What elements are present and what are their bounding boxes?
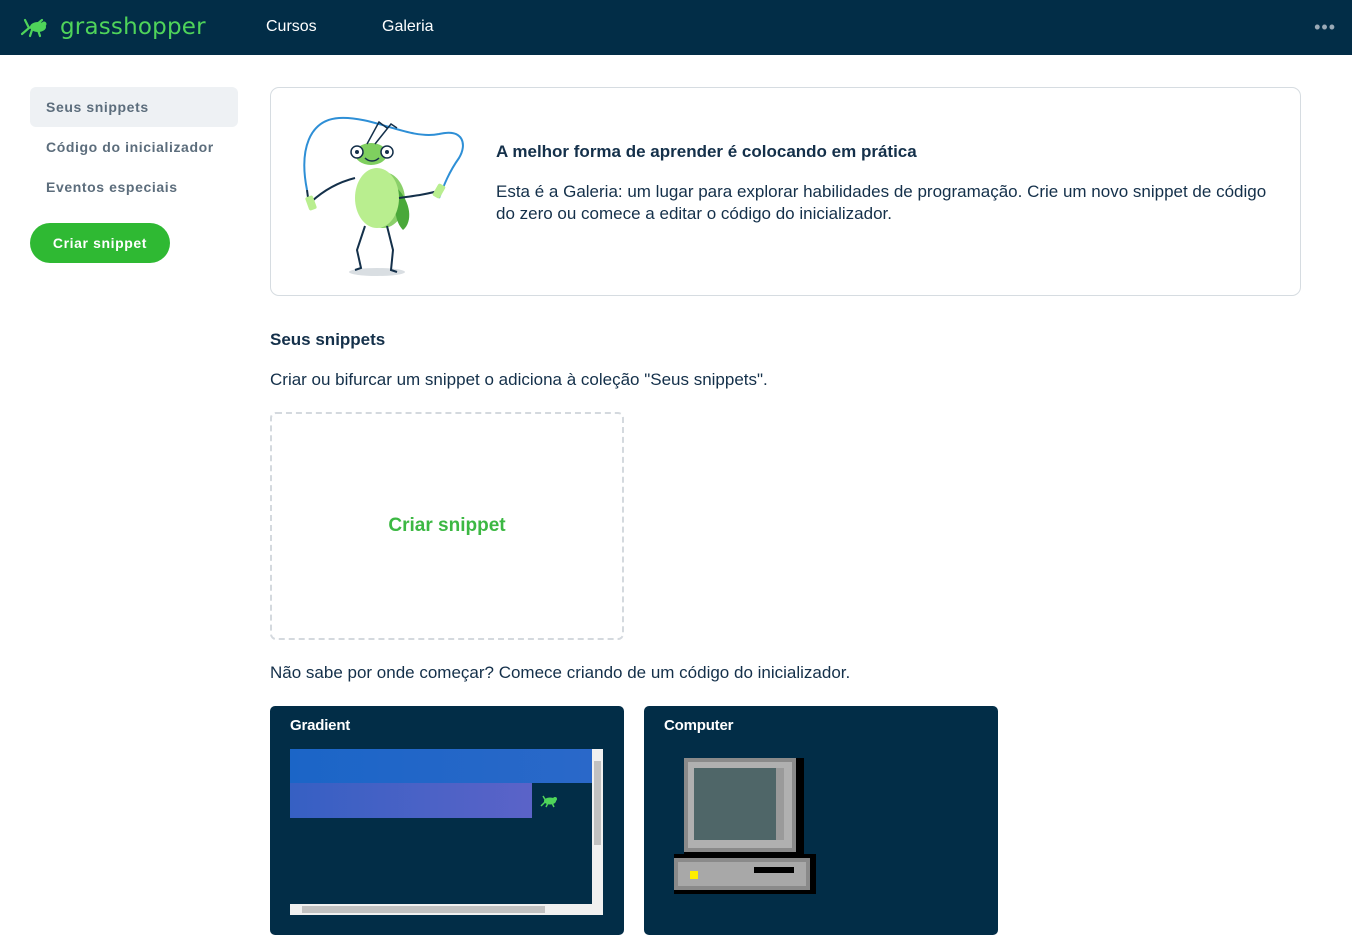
starter-card-title: Computer [664, 717, 734, 734]
grasshopper-logo[interactable]: grasshopper [20, 12, 206, 42]
intro-description: Esta é a Galeria: um lugar para explorar… [496, 182, 1267, 223]
gallery-intro-card: A melhor forma de aprender é colocando e… [270, 87, 1301, 296]
sidebar-item-codigo-inicializador[interactable]: Código do inicializador [30, 127, 238, 167]
starter-card-gradient[interactable]: Gradient [270, 706, 624, 935]
create-snippet-card[interactable]: Criar snippet [270, 412, 624, 640]
create-snippet-card-label: Criar snippet [388, 515, 506, 536]
sidebar-item-eventos-especiais[interactable]: Eventos especiais [30, 167, 238, 207]
sidebar-item-seus-snippets[interactable]: Seus snippets [30, 87, 238, 127]
more-options-icon[interactable]: ••• [1314, 18, 1336, 36]
intro-title: A melhor forma de aprender é colocando e… [496, 142, 917, 161]
nav-cursos-link[interactable]: Cursos [266, 18, 317, 36]
starter-code-description: Não sabe por onde começar? Comece criand… [270, 663, 851, 682]
starter-card-title: Gradient [290, 717, 351, 734]
nav-galeria-link[interactable]: Galeria [382, 18, 434, 36]
snippets-section-title: Seus snippets [270, 330, 386, 349]
snippets-section-description: Criar ou bifurcar um snippet o adiciona … [270, 370, 768, 389]
scrollbar-thumb[interactable] [302, 906, 545, 913]
brand-name: grasshopper [60, 14, 206, 40]
scrollbar-thumb[interactable] [594, 761, 601, 845]
computer-pixel-icon [674, 758, 816, 894]
gradient-preview [290, 749, 603, 915]
horizontal-scrollbar[interactable] [290, 904, 592, 915]
starter-card-computer[interactable]: Computer [644, 706, 998, 935]
gradient-bar [290, 749, 592, 783]
grasshopper-icon [540, 795, 557, 808]
grasshopper-jump-rope-illustration [303, 116, 464, 276]
grasshopper-logo-icon [20, 18, 47, 38]
vertical-scrollbar[interactable] [592, 749, 603, 915]
gradient-bar [290, 783, 532, 818]
top-navigation-bar: grasshopper Cursos Galeria ••• [0, 0, 1352, 55]
sidebar-create-snippet-button[interactable]: Criar snippet [30, 223, 170, 263]
